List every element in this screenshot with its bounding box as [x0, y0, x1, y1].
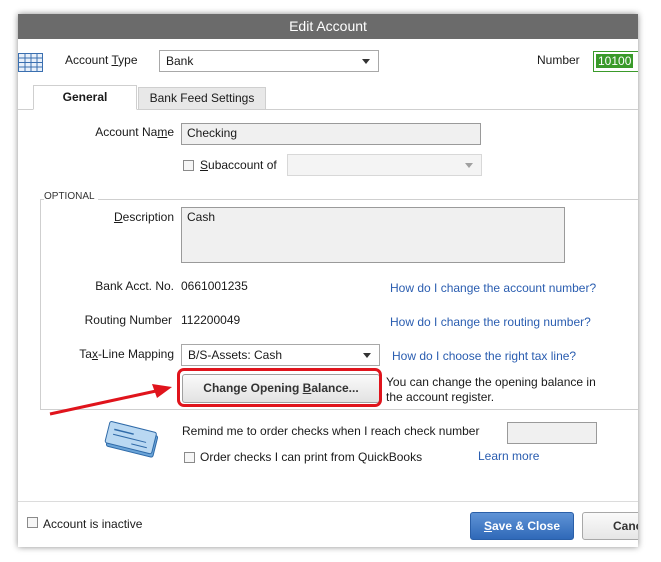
choose-tax-line-link[interactable]: How do I choose the right tax line?	[392, 349, 576, 363]
order-checks-checkbox[interactable]	[184, 452, 195, 463]
account-type-dropdown[interactable]: Bank	[159, 50, 379, 72]
bank-acct-label: Bank Acct. No.	[95, 279, 174, 293]
footer-divider	[18, 501, 638, 502]
change-routing-number-link[interactable]: How do I change the routing number?	[390, 315, 591, 329]
bank-acct-value: 0661001235	[181, 279, 248, 293]
order-checks-label: Order checks I can print from QuickBooks	[200, 450, 423, 464]
account-inactive-label: Account is inactive	[43, 517, 143, 531]
optional-frame-top	[40, 199, 638, 200]
opening-balance-note-line1: You can change the opening balance in	[386, 375, 596, 389]
subaccount-dropdown[interactable]	[287, 154, 482, 176]
routing-number-value: 112200049	[181, 313, 241, 327]
number-label: Number	[537, 53, 580, 67]
ledger-icon	[18, 53, 43, 72]
account-name-input[interactable]: Checking	[181, 123, 481, 145]
learn-more-link[interactable]: Learn more	[478, 449, 539, 463]
save-close-button[interactable]: Save & Close	[470, 512, 574, 540]
dialog-title: Edit Account	[18, 14, 638, 39]
cancel-button[interactable]: Cancel	[582, 512, 638, 540]
annotation-arrow-icon	[49, 384, 172, 416]
annotation-highlight	[177, 368, 382, 407]
number-field[interactable]: 10100	[593, 51, 638, 72]
subaccount-checkbox[interactable]	[183, 160, 194, 171]
tax-line-dropdown[interactable]: B/S-Assets: Cash	[181, 344, 380, 366]
account-name-label: Account Name	[95, 125, 174, 139]
remind-order-checks-label: Remind me to order checks when I reach c…	[182, 424, 480, 438]
change-account-number-link[interactable]: How do I change the account number?	[390, 281, 596, 295]
optional-frame-left	[40, 199, 41, 410]
edit-account-dialog: Edit Account Account Type Bank Number 10…	[18, 14, 638, 547]
account-inactive-checkbox[interactable]	[27, 517, 38, 528]
chevron-down-icon	[362, 59, 370, 64]
description-label: Description	[113, 210, 174, 224]
number-value: 10100	[596, 54, 634, 68]
tab-bank-feed-settings[interactable]: Bank Feed Settings	[138, 87, 266, 110]
chevron-down-icon	[363, 353, 371, 358]
chevron-down-icon	[465, 163, 473, 168]
subaccount-label: Subaccount of	[200, 158, 277, 172]
tax-line-label: Tax-Line Mapping	[79, 347, 174, 361]
opening-balance-note-line2: the account register.	[386, 390, 495, 404]
check-number-input[interactable]	[507, 422, 597, 444]
account-type-label: Account Type	[65, 53, 138, 67]
description-textarea[interactable]: Cash	[181, 207, 565, 263]
optional-section-label: OPTIONAL	[44, 191, 98, 202]
check-order-icon	[102, 421, 162, 461]
routing-number-label: Routing Number	[84, 313, 172, 327]
tab-general[interactable]: General	[33, 85, 137, 110]
